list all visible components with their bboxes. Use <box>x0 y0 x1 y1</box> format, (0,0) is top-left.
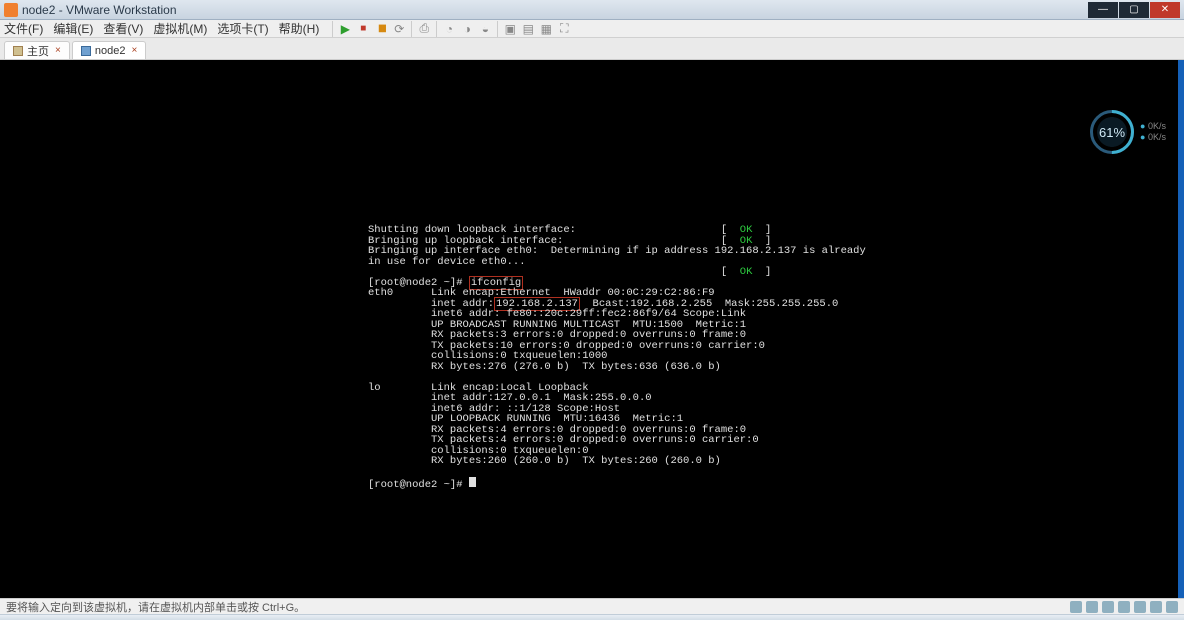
poweron-button[interactable]: ▶ <box>336 20 354 38</box>
tab-home-label: 主页 <box>27 43 49 59</box>
window-title: node2 - VMware Workstation <box>22 3 1087 17</box>
fullscreen-button[interactable]: ⛶ <box>555 20 573 38</box>
tab-home[interactable]: 主页 × <box>4 41 70 59</box>
minimize-button[interactable]: — <box>1088 2 1118 18</box>
home-icon <box>13 46 23 56</box>
vm-icon <box>81 46 91 56</box>
console-button[interactable]: ▦ <box>537 20 555 38</box>
menu-tabs[interactable]: 选项卡(T) <box>217 20 268 37</box>
menu-help[interactable]: 帮助(H) <box>279 20 320 37</box>
menubar: 文件(F) 编辑(E) 查看(V) 虚拟机(M) 选项卡(T) 帮助(H) ▶ … <box>0 20 1184 38</box>
sound-icon[interactable] <box>1134 601 1146 613</box>
menu-view[interactable]: 查看(V) <box>103 20 143 37</box>
snap-manage-button[interactable]: ◒ <box>476 20 494 38</box>
terminal-output: Shutting down loopback interface: [ OK ]… <box>0 60 1184 598</box>
window-controls: — ▢ ✕ <box>1087 2 1180 18</box>
menu-edit[interactable]: 编辑(E) <box>53 20 93 37</box>
thumbnail-button[interactable]: ▤ <box>519 20 537 38</box>
maximize-button[interactable]: ▢ <box>1119 2 1149 18</box>
tab-node2[interactable]: node2 × <box>72 41 146 59</box>
separator <box>411 21 412 37</box>
poweroff-button[interactable]: ■ <box>354 20 372 38</box>
vm-console[interactable]: 61% ● 0K/s ● 0K/s Shutting down loopback… <box>0 60 1184 598</box>
usb-icon[interactable] <box>1118 601 1130 613</box>
menu-file[interactable]: 文件(F) <box>4 20 43 37</box>
display-icon[interactable] <box>1166 601 1178 613</box>
statusbar: 要将输入定向到该虚拟机，请在虚拟机内部单击或按 Ctrl+G。 <box>0 598 1184 614</box>
close-icon[interactable]: × <box>55 45 61 56</box>
snap-take-button[interactable]: ◔ <box>440 20 458 38</box>
statusbar-text: 要将输入定向到该虚拟机，请在虚拟机内部单击或按 Ctrl+G。 <box>6 599 305 615</box>
menu-vm[interactable]: 虚拟机(M) <box>153 20 207 37</box>
printer-icon[interactable] <box>1150 601 1162 613</box>
separator <box>332 21 333 37</box>
cd-icon[interactable] <box>1086 601 1098 613</box>
titlebar: node2 - VMware Workstation — ▢ ✕ <box>0 0 1184 20</box>
snapshot-button[interactable]: ⎙ <box>415 20 433 38</box>
os-taskbar-edge <box>0 614 1184 620</box>
tab-node2-label: node2 <box>95 45 126 57</box>
device-status-icons <box>1070 599 1178 615</box>
cursor <box>469 477 476 487</box>
tabstrip: 主页 × node2 × <box>0 38 1184 60</box>
snap-revert-button[interactable]: ◑ <box>458 20 476 38</box>
separator <box>497 21 498 37</box>
unity-button[interactable]: ▣ <box>501 20 519 38</box>
vmware-icon <box>4 3 18 17</box>
separator <box>436 21 437 37</box>
close-button[interactable]: ✕ <box>1150 2 1180 18</box>
restart-button[interactable]: ⟳ <box>390 20 408 38</box>
close-icon[interactable]: × <box>131 45 137 56</box>
suspend-button[interactable]: ▮▮ <box>372 20 390 38</box>
net-icon[interactable] <box>1102 601 1114 613</box>
hdd-icon[interactable] <box>1070 601 1082 613</box>
